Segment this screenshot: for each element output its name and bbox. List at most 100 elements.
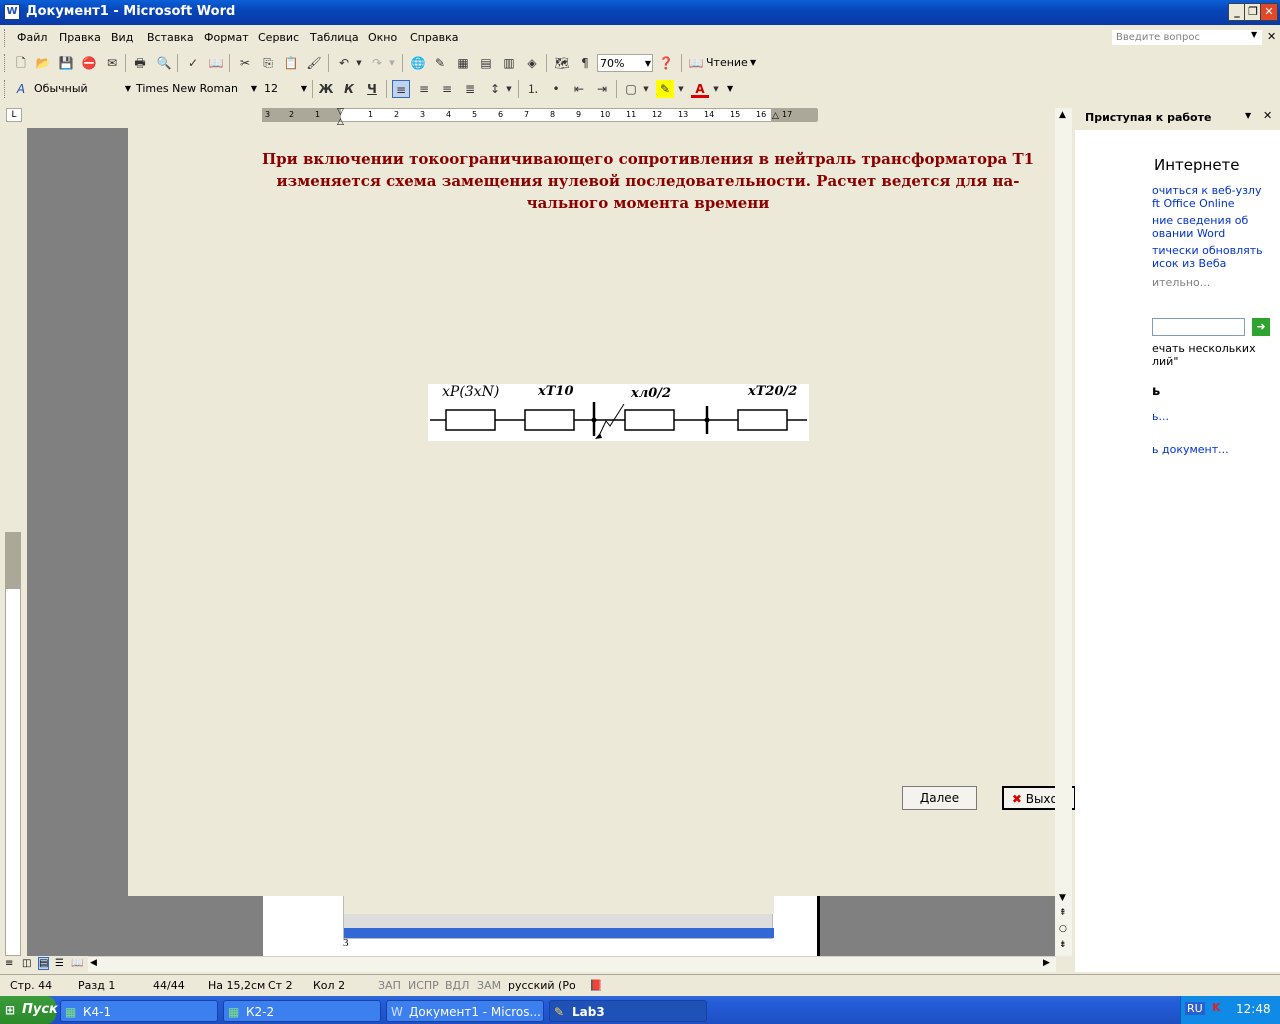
print-preview-icon[interactable]: 🔍 (155, 54, 173, 72)
undo-dropdown-icon[interactable]: ▼ (354, 54, 364, 72)
first-line-indent-marker[interactable]: ▽ (337, 107, 344, 117)
right-indent-marker[interactable]: △ (772, 111, 779, 121)
scroll-right-icon[interactable]: ▶ (1043, 958, 1050, 968)
menu-help[interactable]: Справка (410, 31, 458, 44)
task-excel-k4-1[interactable]: ▦ К4-1 (60, 1000, 218, 1022)
task-excel-k2-2[interactable]: ▦ К2-2 (223, 1000, 381, 1022)
bold-button[interactable]: Ж (317, 80, 335, 98)
status-rec[interactable]: ЗАП (378, 979, 401, 992)
vertical-scrollbar[interactable]: ▲ ▼ ⇞ ○ ⇟ (1055, 108, 1072, 956)
research-icon[interactable]: 📖 (207, 54, 225, 72)
style-select[interactable]: Обычный ▼ (32, 80, 132, 98)
toolbar-grip[interactable] (4, 54, 7, 72)
horizontal-scrollbar[interactable]: ◀ ▶ (88, 956, 1056, 972)
vertical-ruler[interactable] (5, 532, 21, 956)
tab-selector[interactable]: L (6, 108, 22, 122)
task-lab3[interactable]: ✎ Lab3 (549, 1000, 707, 1022)
task-link-update-2[interactable]: исок из Веба (1152, 257, 1226, 270)
menubar-grip[interactable] (4, 29, 7, 47)
zoom-select[interactable]: 70% ▼ (597, 54, 653, 72)
task-link-create[interactable]: ь документ... (1152, 443, 1229, 456)
increase-indent-icon[interactable]: ⇥ (593, 80, 611, 98)
web-view-icon[interactable]: ◫ (22, 958, 31, 969)
menu-table[interactable]: Таблица (310, 31, 359, 44)
cut-icon[interactable]: ✂ (236, 54, 254, 72)
insert-table-icon[interactable]: ▦ (454, 54, 472, 72)
align-right-icon[interactable]: ≡ (438, 80, 456, 98)
help-icon[interactable]: ❓ (657, 54, 675, 72)
justify-icon[interactable]: ≣ (461, 80, 479, 98)
copy-icon[interactable]: ⎘ (259, 54, 277, 72)
menu-view[interactable]: Вид (111, 31, 133, 44)
left-indent-marker[interactable]: △ (337, 117, 344, 127)
menu-format[interactable]: Формат (204, 31, 249, 44)
borders-icon[interactable]: ▢ (622, 80, 640, 98)
toolbar-options-icon[interactable]: ▼ (727, 84, 733, 93)
highlight-dropdown-icon[interactable]: ▼ (676, 80, 686, 98)
next-button[interactable]: Далее (902, 786, 977, 810)
align-left-icon[interactable]: ≡ (392, 80, 410, 98)
menu-tools[interactable]: Сервис (258, 31, 299, 44)
outline-view-icon[interactable]: ☰ (55, 958, 64, 969)
status-ovr[interactable]: ЗАМ (477, 979, 501, 992)
permission-icon[interactable]: ⛔ (80, 54, 98, 72)
spelling-status-icon[interactable]: 📕 (589, 979, 603, 992)
styles-icon[interactable]: A (12, 80, 30, 98)
browse-object-icon[interactable]: ○ (1059, 924, 1067, 934)
task-link-open[interactable]: ь... (1152, 410, 1169, 423)
hyperlink-icon[interactable]: 🌐 (409, 54, 427, 72)
ask-dropdown-icon[interactable]: ▼ (1251, 30, 1257, 39)
borders-dropdown-icon[interactable]: ▼ (641, 80, 651, 98)
next-page-icon[interactable]: ⇟ (1059, 940, 1067, 950)
antivirus-icon[interactable]: K (1212, 1001, 1221, 1014)
prev-page-icon[interactable]: ⇞ (1059, 908, 1067, 918)
italic-button[interactable]: К (340, 80, 358, 98)
task-link-update[interactable]: тически обновлять (1152, 244, 1263, 257)
print-view-icon[interactable]: ▤ (38, 957, 50, 970)
insert-excel-icon[interactable]: ▤ (477, 54, 495, 72)
document-page[interactable]: 3 (263, 895, 818, 956)
reading-view-icon[interactable]: 📖 (71, 958, 83, 969)
print-icon[interactable]: 🖶 (131, 54, 149, 72)
paste-icon[interactable]: 📋 (282, 54, 300, 72)
menu-insert[interactable]: Вставка (147, 31, 194, 44)
menu-edit[interactable]: Правка (59, 31, 101, 44)
search-go-icon[interactable]: ➜ (1252, 318, 1270, 336)
task-word-document[interactable]: W Документ1 - Micros... (386, 1000, 544, 1022)
format-painter-icon[interactable]: 🖌 (305, 54, 323, 72)
email-icon[interactable]: ✉ (103, 54, 121, 72)
scroll-down-icon[interactable]: ▼ (1059, 893, 1066, 903)
menu-window[interactable]: Окно (368, 31, 397, 44)
undo-icon[interactable]: ↶ (335, 54, 353, 72)
save-icon[interactable]: 💾 (57, 54, 75, 72)
document-map-icon[interactable]: 🗺 (553, 54, 571, 72)
font-size-select[interactable]: 12 ▼ (262, 80, 308, 98)
font-select[interactable]: Times New Roman ▼ (134, 80, 258, 98)
line-spacing-icon[interactable]: ↕ (486, 80, 504, 98)
tables-borders-icon[interactable]: ✎ (431, 54, 449, 72)
language-indicator[interactable]: RU (1185, 1002, 1205, 1015)
task-pane-menu-icon[interactable]: ▼ (1245, 111, 1251, 120)
ask-question-input[interactable]: Введите вопрос (1112, 30, 1262, 45)
status-trk[interactable]: ИСПР (408, 979, 439, 992)
highlight-icon[interactable]: ✎ (656, 80, 674, 98)
redo-dropdown-icon[interactable]: ▼ (387, 54, 397, 72)
doc-close-icon[interactable]: ✕ (1267, 30, 1276, 43)
read-icon[interactable]: 📖 (687, 54, 705, 72)
task-search-input[interactable] (1152, 318, 1245, 336)
reading-button[interactable]: Чтение (706, 56, 748, 69)
toolbar-grip[interactable] (4, 80, 7, 98)
line-spacing-dropdown-icon[interactable]: ▼ (504, 80, 514, 98)
task-link-news-2[interactable]: овании Word (1152, 227, 1225, 240)
status-ext[interactable]: ВДЛ (445, 979, 469, 992)
toolbar-options-icon[interactable]: ▼ (750, 58, 756, 67)
show-formatting-icon[interactable]: ¶ (576, 54, 594, 72)
clock[interactable]: 12:48 (1236, 1002, 1271, 1016)
task-link-office-online[interactable]: ft Office Online (1152, 197, 1235, 210)
close-button[interactable]: ✕ (1260, 3, 1278, 21)
redo-icon[interactable]: ↷ (368, 54, 386, 72)
normal-view-icon[interactable]: ≡ (5, 958, 13, 969)
new-doc-icon[interactable]: 🗋 (12, 54, 30, 72)
align-center-icon[interactable]: ≡ (415, 80, 433, 98)
task-link-news[interactable]: ние сведения об (1152, 214, 1248, 227)
